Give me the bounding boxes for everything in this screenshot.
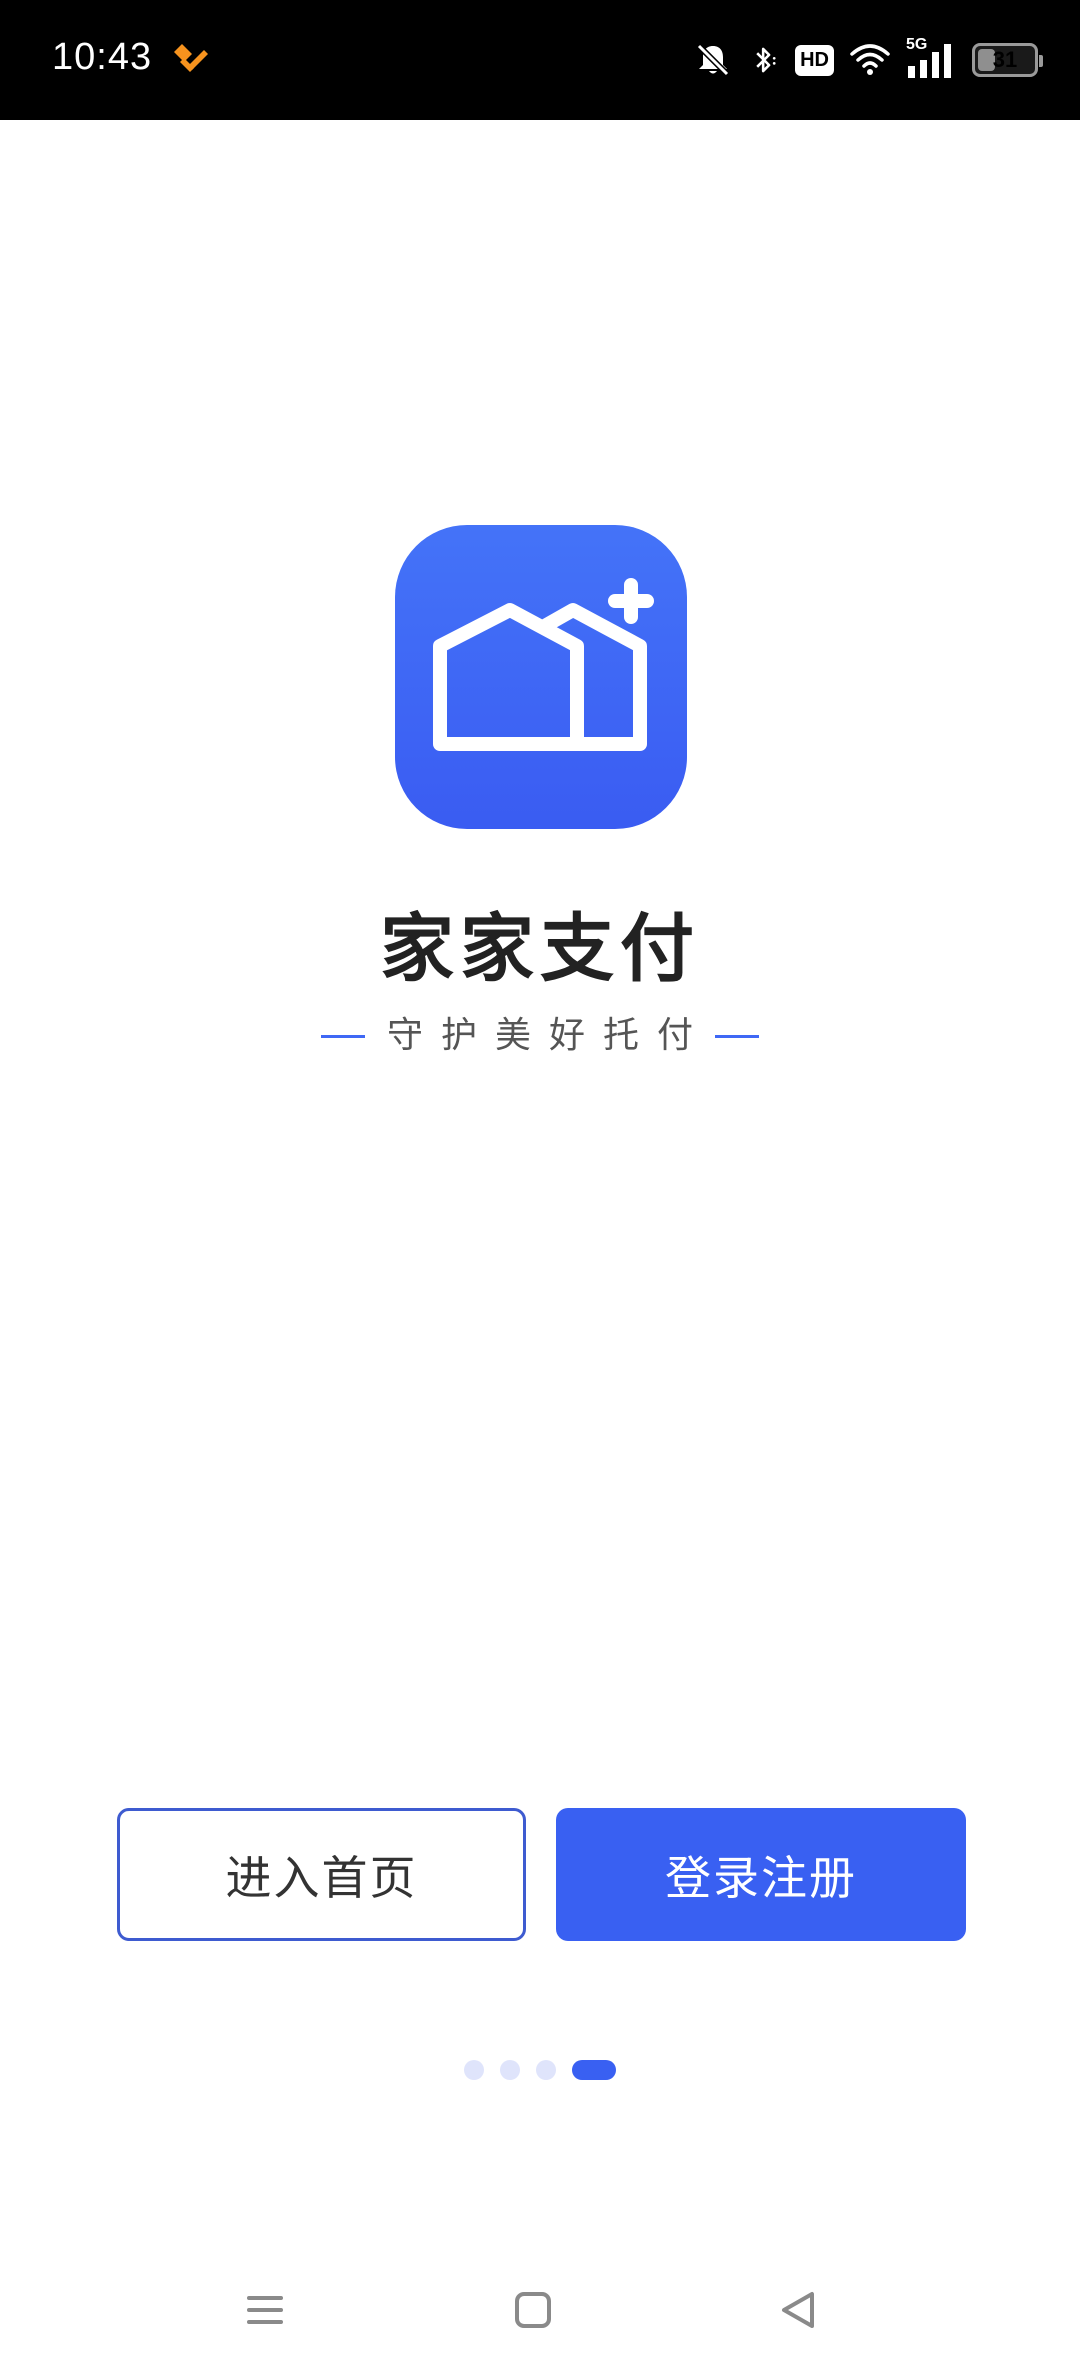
slogan-row: 守护美好托付: [0, 1018, 1080, 1054]
navigation-bar: [0, 2270, 1080, 2350]
menu-icon: [247, 2296, 283, 2324]
signal-bars-icon: [908, 44, 951, 78]
battery-level: 31: [992, 47, 1018, 72]
app-name: 家家支付: [380, 906, 700, 992]
enter-home-button[interactable]: 进入首页: [117, 1808, 526, 1941]
status-icons: HD 5G 31: [693, 36, 1043, 84]
page-indicator: [0, 2060, 1080, 2080]
battery-indicator: 31: [972, 43, 1043, 77]
app-notification-icon: [174, 44, 208, 72]
status-bar: 10:43 HD 5G 31: [0, 0, 1080, 120]
cellular-signal: 5G: [906, 36, 958, 80]
status-time: 10:43: [52, 36, 153, 78]
slogan-left-line: [320, 1034, 365, 1038]
page-dot: [536, 2060, 556, 2080]
back-triangle-icon: [782, 2292, 814, 2328]
slogan-right-line: [715, 1034, 759, 1038]
home-button[interactable]: [493, 2270, 573, 2350]
app-logo: [395, 525, 687, 829]
wifi-icon: [850, 44, 890, 75]
back-button[interactable]: [758, 2270, 838, 2350]
login-register-button[interactable]: 登录注册: [556, 1808, 966, 1941]
hd-badge: HD: [795, 44, 834, 76]
bluetooth-icon: [756, 47, 776, 73]
home-square-icon: [515, 2292, 551, 2328]
house-plus-icon: [433, 578, 654, 751]
page-dot-active: [572, 2060, 616, 2080]
page-dot: [500, 2060, 520, 2080]
mute-bell-icon: [696, 43, 730, 77]
page-dot: [464, 2060, 484, 2080]
slogan: 守护美好托付: [386, 1015, 711, 1056]
menu-button[interactable]: [225, 2270, 305, 2350]
